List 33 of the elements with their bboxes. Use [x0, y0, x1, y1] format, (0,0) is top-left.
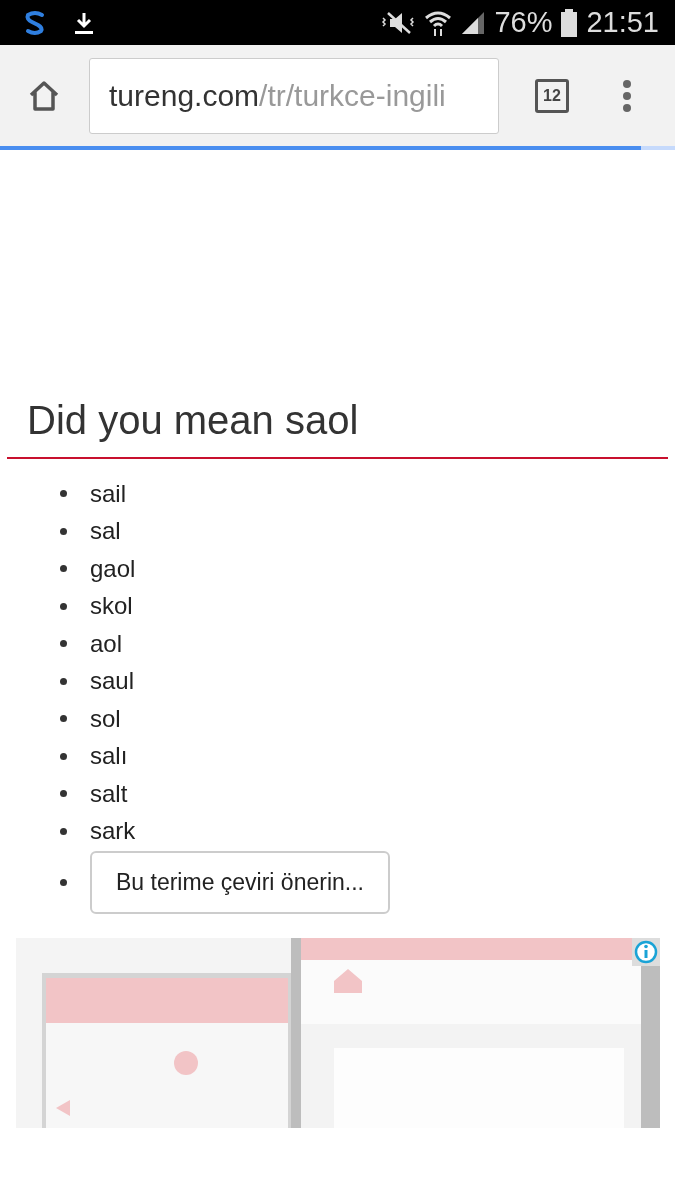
bullet-icon — [60, 879, 67, 887]
info-icon[interactable] — [632, 937, 660, 966]
suggestion-link[interactable]: gaol — [90, 554, 136, 583]
suggestion-link[interactable]: sol — [90, 704, 121, 733]
bullet-icon — [60, 565, 67, 573]
battery-icon — [560, 8, 579, 37]
bullet-icon — [60, 677, 67, 685]
bullet-icon — [60, 790, 67, 798]
mute-icon — [380, 9, 417, 36]
home-icon[interactable] — [27, 78, 61, 113]
bullet-icon — [60, 602, 67, 610]
suggestion-link[interactable]: aol — [90, 629, 123, 658]
bullet-icon — [60, 827, 67, 835]
heading: Did you mean saol — [7, 398, 668, 459]
suggest-translation-button[interactable]: Bu terime çeviri önerin... — [90, 851, 390, 915]
suggestion-link[interactable]: sail — [90, 479, 126, 508]
menu-icon[interactable] — [622, 78, 632, 113]
bullet-icon — [60, 490, 67, 498]
suggestion-link[interactable]: saul — [90, 667, 135, 696]
suggestion-link[interactable]: sark — [90, 817, 136, 846]
bullet-icon — [60, 640, 67, 648]
wifi-icon — [424, 8, 453, 37]
bullet-icon — [60, 527, 67, 535]
bullet-icon — [60, 752, 67, 760]
suggestion-link[interactable]: salı — [90, 742, 128, 771]
battery-percent: 76% — [494, 6, 553, 39]
tab-count-button[interactable]: 12 — [535, 78, 569, 113]
clock: 21:51 — [586, 6, 659, 39]
bullet-icon — [60, 715, 67, 723]
url-field[interactable]: tureng.com/tr/turkce-ingili — [89, 57, 499, 134]
suggestion-link[interactable]: sal — [90, 517, 121, 546]
suggestion-link[interactable]: salt — [90, 779, 128, 808]
suggestion-link[interactable]: skol — [90, 592, 133, 621]
